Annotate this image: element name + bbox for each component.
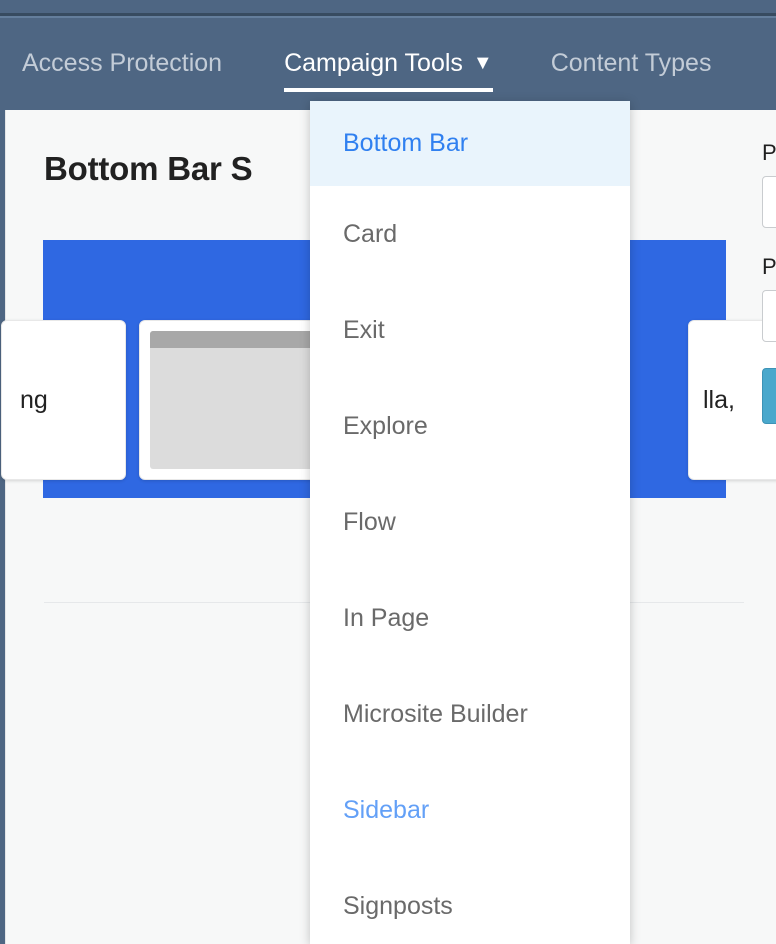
dropdown-item-label: In Page	[343, 604, 429, 633]
dropdown-item-exit[interactable]: Exit	[310, 282, 630, 378]
nav-item-label: Access Protection	[22, 49, 222, 77]
form-field-2-label: P	[762, 254, 776, 280]
preview-card-right-text: lla,	[703, 386, 735, 415]
nav-item-label: Campaign Tools	[284, 49, 463, 77]
nav-item-content-types[interactable]: Content Types	[551, 51, 712, 78]
dropdown-item-explore[interactable]: Explore	[310, 378, 630, 474]
nav-active-underline	[284, 88, 493, 92]
page-title: Bottom Bar S	[44, 150, 252, 188]
dropdown-item-label: Sidebar	[343, 796, 429, 825]
dropdown-item-label: Microsite Builder	[343, 700, 528, 729]
form-submit-button[interactable]	[762, 368, 776, 424]
dropdown-item-label: Exit	[343, 316, 385, 345]
dropdown-item-label: Card	[343, 220, 397, 249]
dropdown-item-label: Flow	[343, 508, 396, 537]
form-group-2: P	[762, 254, 776, 342]
top-navbar: Access Protection Campaign Tools ▼ Conten…	[0, 18, 776, 110]
campaign-tools-dropdown-menu: Bottom Bar Card Exit Explore Flow In Pag…	[310, 101, 630, 944]
dropdown-item-flow[interactable]: Flow	[310, 474, 630, 570]
settings-form-column: P P	[762, 140, 776, 424]
form-group-1: P	[762, 140, 776, 228]
dropdown-item-bottom-bar[interactable]: Bottom Bar	[310, 101, 630, 186]
preview-card-left[interactable]: ng	[1, 320, 126, 480]
form-field-2-input[interactable]	[762, 290, 776, 342]
app-root: Access Protection Campaign Tools ▼ Conten…	[0, 0, 776, 944]
form-field-1-input[interactable]	[762, 176, 776, 228]
dropdown-item-label: Signposts	[343, 892, 453, 921]
form-field-1-label: P	[762, 140, 776, 166]
dropdown-item-signposts[interactable]: Signposts	[310, 858, 630, 944]
dropdown-item-sidebar[interactable]: Sidebar	[310, 762, 630, 858]
nav-item-campaign-tools[interactable]: Campaign Tools ▼	[284, 51, 493, 78]
dropdown-item-label: Bottom Bar	[343, 129, 468, 158]
preview-card-left-text: ng	[20, 386, 48, 415]
window-chrome-strip	[0, 0, 776, 13]
nav-item-access-protection[interactable]: Access Protection	[22, 51, 222, 78]
chevron-down-icon[interactable]: ▼	[473, 53, 493, 73]
nav-item-label: Content Types	[551, 49, 712, 77]
dropdown-item-microsite-builder[interactable]: Microsite Builder	[310, 666, 630, 762]
dropdown-item-in-page[interactable]: In Page	[310, 570, 630, 666]
dropdown-item-card[interactable]: Card	[310, 186, 630, 282]
dropdown-item-label: Explore	[343, 412, 428, 441]
